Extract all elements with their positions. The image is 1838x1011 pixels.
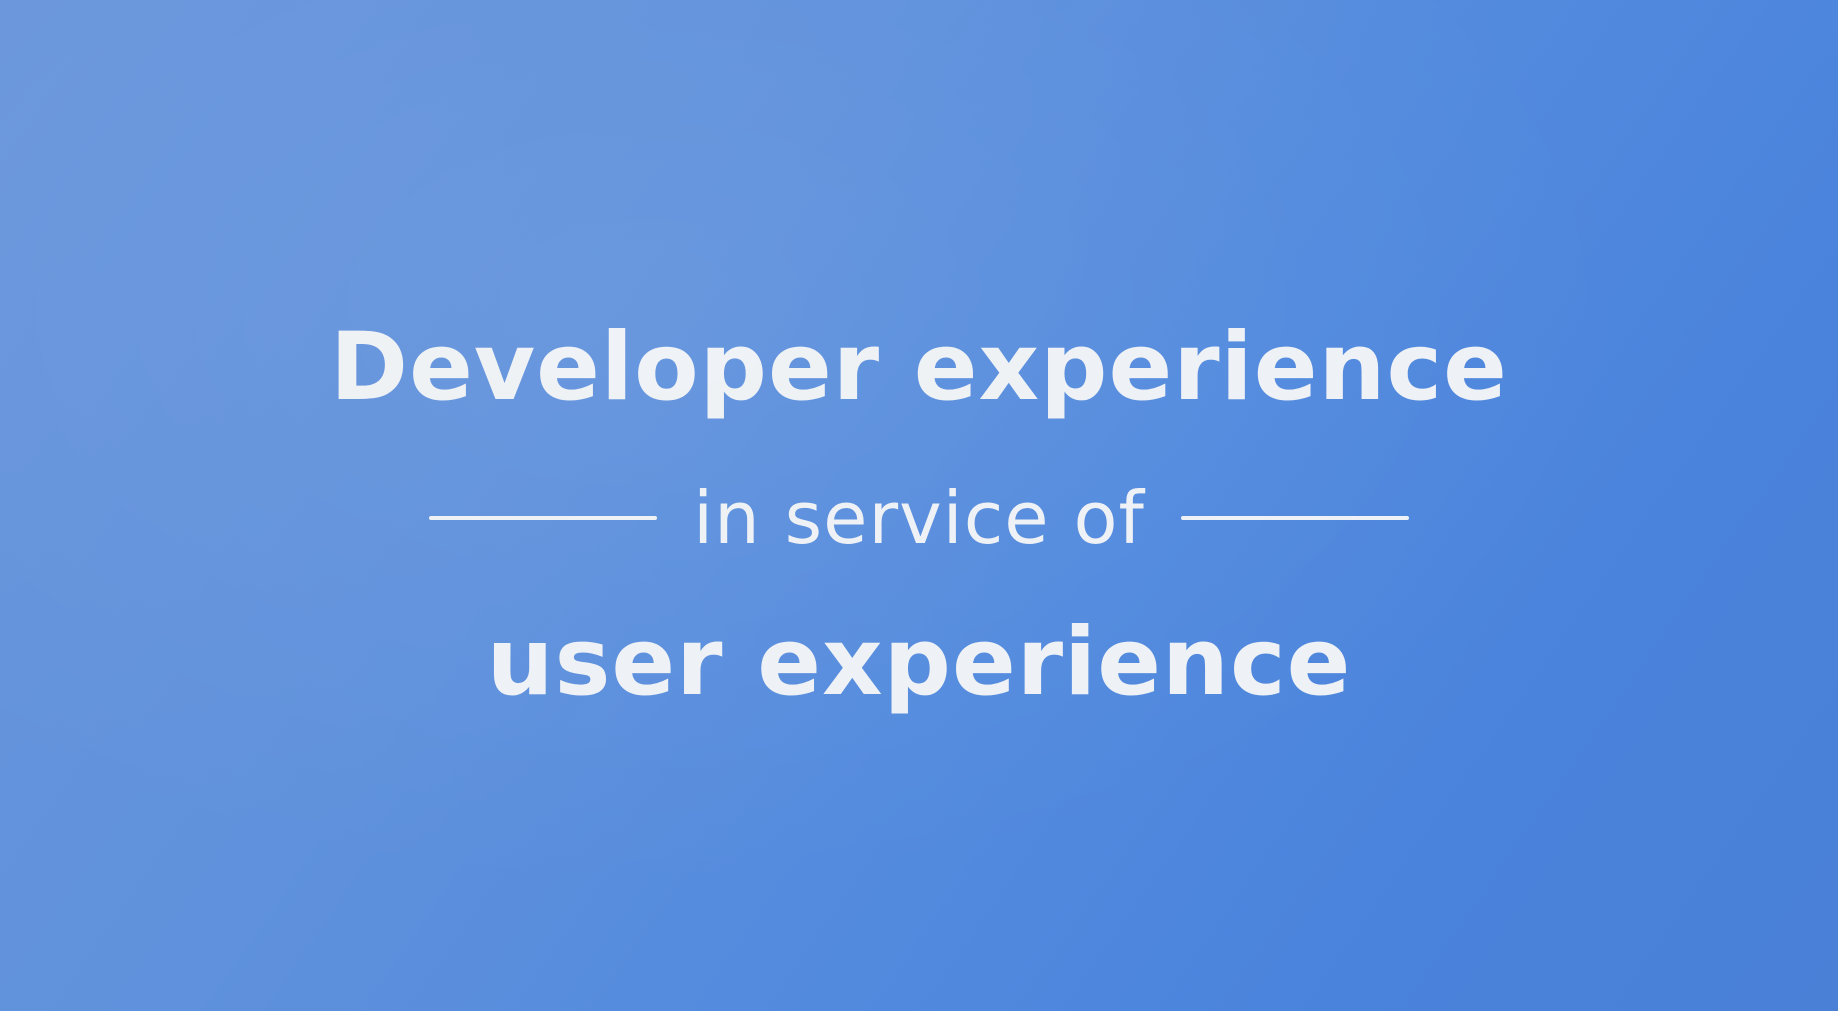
title-slide: Developer experience in service of user … — [0, 0, 1838, 1011]
connector-row: in service of — [0, 478, 1838, 558]
headline-text: Developer experience — [330, 313, 1508, 422]
closing-text: user experience — [486, 608, 1352, 717]
left-divider-line — [429, 516, 658, 520]
right-divider-line — [1180, 516, 1409, 520]
connector-text: in service of — [693, 476, 1145, 560]
